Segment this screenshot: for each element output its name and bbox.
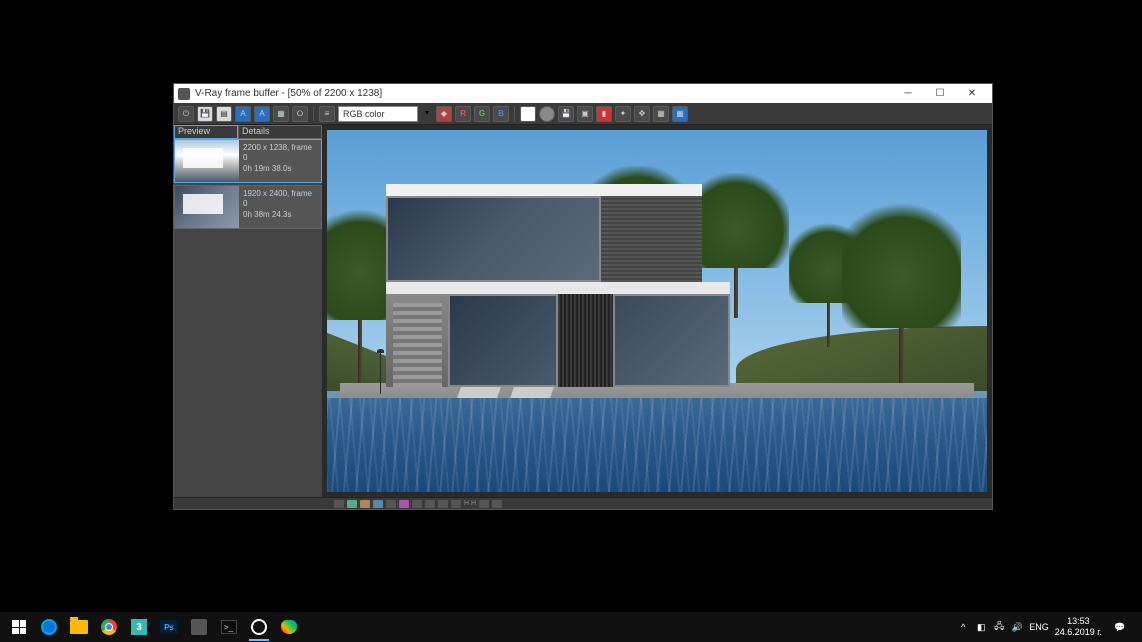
channel-g-button[interactable]: G [474, 106, 490, 122]
vray-frame-buffer-window: V-Ray frame buffer - [50% of 2200 x 1238… [173, 83, 993, 510]
statusbar: H H [174, 497, 992, 509]
tool-a2-icon[interactable]: A [254, 106, 270, 122]
status-label: H H [464, 500, 476, 507]
taskbar-app[interactable] [185, 613, 213, 641]
open-icon[interactable]: ▤ [216, 106, 232, 122]
render-viewport[interactable] [322, 125, 992, 497]
power-icon[interactable]: ⏻ [178, 106, 194, 122]
close-button[interactable]: ✕ [956, 84, 988, 103]
photoshop-icon: Ps [160, 620, 178, 634]
taskbar-3dsmax[interactable]: 3 [125, 613, 153, 641]
status-icon[interactable] [451, 500, 461, 508]
delete-icon[interactable]: ▮ [596, 106, 612, 122]
settings-icon[interactable]: ▦ [653, 106, 669, 122]
status-icon[interactable] [360, 500, 370, 508]
taskbar-photoshop[interactable]: Ps [155, 613, 183, 641]
app-icon [178, 88, 190, 100]
tray-time: 13:53 [1055, 616, 1102, 627]
history-thumbnail [175, 140, 239, 182]
status-icon[interactable] [386, 500, 396, 508]
tray-clock[interactable]: 13:53 24.6.2019 г. [1055, 616, 1102, 638]
folder-icon [70, 620, 88, 634]
taskbar-paint[interactable] [275, 613, 303, 641]
swatch-icon[interactable]: ◆ [436, 106, 452, 122]
target-icon[interactable]: ✦ [615, 106, 631, 122]
preview-header[interactable]: Preview [174, 125, 238, 139]
start-button[interactable] [5, 613, 33, 641]
status-icon[interactable] [492, 500, 502, 508]
tray-chevron-icon[interactable]: ^ [957, 621, 969, 633]
windows-taskbar: 3 Ps >_ ^ ◧ 🖧 🔊 ENG 13:53 24.6.2019 г. 💬 [0, 612, 1142, 642]
system-tray: ^ ◧ 🖧 🔊 ENG 13:53 24.6.2019 г. 💬 [951, 613, 1138, 641]
dropdown-arrow-icon[interactable]: ▼ [421, 110, 433, 117]
history-sidebar: Preview Details 2200 x 1238, frame 0 0h … [174, 125, 322, 497]
window-title: V-Ray frame buffer - [50% of 2200 x 1238… [195, 88, 892, 99]
status-icon[interactable] [399, 500, 409, 508]
taskbar-explorer[interactable] [65, 613, 93, 641]
save-icon[interactable]: 💾 [197, 106, 213, 122]
rendered-image [327, 130, 987, 492]
tray-app-icon[interactable]: ◧ [975, 621, 987, 633]
maximize-button[interactable]: ☐ [924, 84, 956, 103]
history-item[interactable]: 1920 x 2400, frame 0 0h 38m 24.3s [174, 185, 322, 229]
notifications-button[interactable]: 💬 [1108, 613, 1132, 641]
info-icon[interactable]: ▦ [672, 106, 688, 122]
main-toolbar: ⏻ 💾 ▤ A A ▦ ⭘ ≡ RGB color ▼ ◆ R G B 💾 ▣ … [174, 103, 992, 125]
clear-icon[interactable]: ▦ [273, 106, 289, 122]
copy-icon[interactable]: ▣ [577, 106, 593, 122]
tray-date: 24.6.2019 г. [1055, 627, 1102, 638]
channel-dropdown-label: RGB color [343, 109, 385, 119]
taskbar-terminal[interactable]: >_ [215, 613, 243, 641]
gray-swatch-icon[interactable] [539, 106, 555, 122]
taskbar-chrome[interactable] [95, 613, 123, 641]
history-thumbnail [175, 186, 239, 228]
separator [313, 107, 314, 121]
channel-b-button[interactable]: B [493, 106, 509, 122]
status-icon[interactable] [347, 500, 357, 508]
menu-icon[interactable]: ≡ [319, 106, 335, 122]
taskbar-edge[interactable] [35, 613, 63, 641]
history-details: 1920 x 2400, frame 0 0h 38m 24.3s [239, 186, 321, 228]
tray-volume-icon[interactable]: 🔊 [1011, 621, 1023, 633]
link-icon[interactable]: ⭘ [292, 106, 308, 122]
paint-icon [281, 620, 297, 634]
titlebar[interactable]: V-Ray frame buffer - [50% of 2200 x 1238… [174, 84, 992, 103]
tray-language[interactable]: ENG [1029, 622, 1049, 632]
channel-r-button[interactable]: R [455, 106, 471, 122]
white-swatch-icon[interactable] [520, 106, 536, 122]
windows-logo-icon [12, 620, 26, 634]
taskbar-vray[interactable] [245, 613, 273, 641]
move-icon[interactable]: ✥ [634, 106, 650, 122]
status-icon[interactable] [479, 500, 489, 508]
status-icon[interactable] [412, 500, 422, 508]
minimize-button[interactable]: ─ [892, 84, 924, 103]
details-header[interactable]: Details [238, 125, 322, 139]
max-icon: 3 [131, 619, 147, 635]
history-item[interactable]: 2200 x 1238, frame 0 0h 19m 38.0s [174, 139, 322, 183]
separator [514, 107, 515, 121]
history-details: 2200 x 1238, frame 0 0h 19m 38.0s [239, 140, 321, 182]
tool-a-icon[interactable]: A [235, 106, 251, 122]
chrome-icon [101, 619, 117, 635]
status-icon[interactable] [373, 500, 383, 508]
terminal-icon: >_ [221, 620, 237, 634]
edge-icon [41, 619, 57, 635]
app-icon [191, 619, 207, 635]
tray-network-icon[interactable]: 🖧 [993, 621, 1005, 633]
status-icon[interactable] [438, 500, 448, 508]
channel-dropdown[interactable]: RGB color [338, 106, 418, 122]
vray-icon [251, 619, 267, 635]
status-icon[interactable] [425, 500, 435, 508]
save2-icon[interactable]: 💾 [558, 106, 574, 122]
status-icon[interactable] [334, 500, 344, 508]
